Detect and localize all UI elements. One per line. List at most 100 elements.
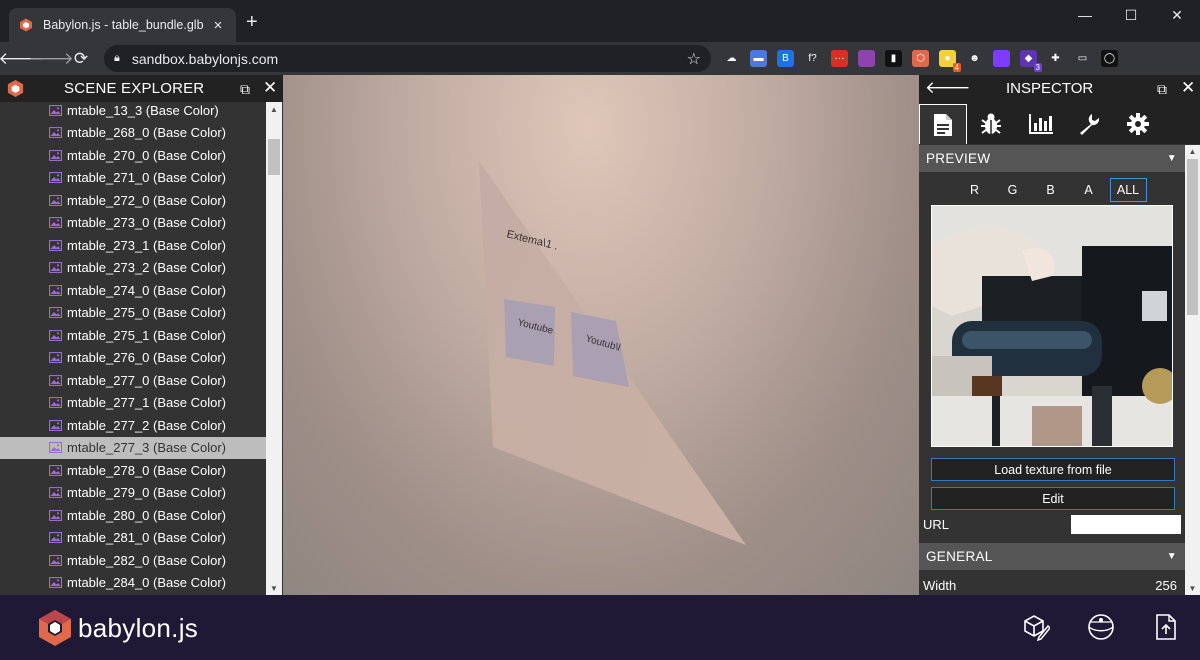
profile-icon[interactable]: ◯: [1101, 50, 1118, 67]
explorer-texture-item[interactable]: mtable_274_0 (Base Color): [0, 279, 266, 302]
upload-file-icon[interactable]: [1152, 613, 1180, 641]
explorer-texture-item[interactable]: mtable_275_0 (Base Color): [0, 302, 266, 325]
channel-a-button[interactable]: A: [1072, 178, 1106, 202]
maximize-icon[interactable]: ☐: [1108, 0, 1154, 30]
explorer-texture-item[interactable]: mtable_270_0 (Base Color): [0, 144, 266, 167]
panda-icon[interactable]: ☻: [966, 50, 983, 67]
general-section-header[interactable]: GENERAL ▼: [919, 543, 1185, 570]
babylon-ext-icon[interactable]: ⬡: [912, 50, 929, 67]
explorer-texture-item[interactable]: mtable_276_0 (Base Color): [0, 347, 266, 370]
load-texture-button[interactable]: Load texture from file: [931, 458, 1175, 481]
tab-properties[interactable]: [919, 104, 967, 144]
explorer-item-label: mtable_270_0 (Base Color): [67, 147, 226, 163]
scroll-down-icon[interactable]: ▼: [266, 581, 282, 595]
explorer-texture-item[interactable]: mtable_273_0 (Base Color): [0, 212, 266, 235]
extension-glyph: ✚: [1051, 53, 1060, 64]
close-explorer-icon[interactable]: ✕: [263, 78, 277, 98]
close-inspector-icon[interactable]: ✕: [1181, 78, 1195, 98]
tab-close-icon[interactable]: ×: [210, 17, 226, 34]
explorer-texture-item[interactable]: mtable_277_1 (Base Color): [0, 392, 266, 415]
window-close-icon[interactable]: ✕: [1154, 0, 1200, 30]
general-section-title: GENERAL: [926, 549, 993, 564]
channel-g-button[interactable]: G: [996, 178, 1030, 202]
environment-icon[interactable]: [1087, 613, 1115, 641]
channel-selector: R G B A ALL: [919, 174, 1185, 205]
extension-glyph: ▬: [753, 53, 764, 64]
address-bar[interactable]: 🔒︎ sandbox.babylonjs.com ☆: [104, 45, 711, 72]
tab-statistics[interactable]: [1017, 104, 1065, 144]
explorer-texture-item[interactable]: mtable_282_0 (Base Color): [0, 549, 266, 572]
document-icon: [934, 113, 952, 136]
inspector-panel: 🡐 INSPECTOR ⧉ ✕ PREVIEW ▼ R G B A ALL Lo…: [919, 75, 1200, 595]
new-tab-icon[interactable]: +: [246, 12, 258, 32]
puzzle-icon[interactable]: ✚: [1047, 50, 1064, 67]
explorer-texture-item[interactable]: mtable_277_3 (Base Color): [0, 436, 266, 459]
explorer-scrollbar[interactable]: ▲ ▼: [266, 102, 282, 595]
inspector-toggle-icon[interactable]: [1022, 613, 1050, 641]
reload-icon[interactable]: ⟳: [66, 44, 96, 74]
extension-glyph: ···: [834, 53, 845, 64]
scene-canvas[interactable]: Extema\1 . Youtube Youtub\l: [283, 75, 919, 595]
explorer-texture-item[interactable]: mtable_279_0 (Base Color): [0, 482, 266, 505]
preview-section-header[interactable]: PREVIEW ▼: [919, 145, 1185, 172]
tab-settings[interactable]: [1114, 104, 1162, 144]
browser-tab[interactable]: Babylon.js - table_bundle.glb ×: [9, 8, 236, 42]
bookmark-star-icon[interactable]: ☆: [687, 49, 701, 69]
scene-explorer-list: mtable_13_3 (Base Color) mtable_268_0 (Ba…: [0, 99, 266, 595]
explorer-texture-item[interactable]: mtable_280_0 (Base Color): [0, 504, 266, 527]
babylon-brand[interactable]: babylon.js: [38, 609, 198, 647]
channel-r-button[interactable]: R: [958, 178, 992, 202]
explorer-texture-item[interactable]: mtable_272_0 (Base Color): [0, 189, 266, 212]
forward-arrow-icon[interactable]: 🡒: [28, 44, 74, 74]
width-row: Width 256: [919, 573, 1185, 595]
gradient-icon[interactable]: [858, 50, 875, 67]
scene-explorer-panel: SCENE EXPLORER ⧉ ✕ mtable_13_3 (Base Col…: [0, 75, 283, 595]
explorer-texture-item[interactable]: mtable_13_3 (Base Color): [0, 99, 266, 122]
explorer-texture-item[interactable]: mtable_281_0 (Base Color): [0, 527, 266, 550]
scroll-up-icon[interactable]: ▲: [266, 102, 282, 116]
scroll-down-icon[interactable]: ▼: [1185, 582, 1200, 595]
explorer-texture-item[interactable]: mtable_271_0 (Base Color): [0, 167, 266, 190]
cast-icon[interactable]: ▭: [1074, 50, 1091, 67]
plane-thumbnail-right: [571, 312, 629, 387]
bulb-icon[interactable]: ● 4: [939, 50, 961, 72]
explorer-texture-item[interactable]: mtable_277_2 (Base Color): [0, 414, 266, 437]
inspector-scroll-thumb[interactable]: [1187, 159, 1198, 315]
minimize-icon[interactable]: —: [1062, 0, 1108, 30]
dots-icon[interactable]: ···: [831, 50, 848, 67]
inspector-scrollbar[interactable]: ▲ ▼: [1185, 145, 1200, 595]
explorer-texture-item[interactable]: mtable_277_0 (Base Color): [0, 369, 266, 392]
grid-icon[interactable]: B: [777, 50, 794, 67]
tab-debug[interactable]: [967, 104, 1015, 144]
function-icon[interactable]: f?: [804, 50, 821, 67]
explorer-item-label: mtable_272_0 (Base Color): [67, 192, 226, 208]
explorer-item-label: mtable_271_0 (Base Color): [67, 170, 226, 186]
channel-b-button[interactable]: B: [1034, 178, 1068, 202]
explorer-texture-item[interactable]: mtable_268_0 (Base Color): [0, 122, 266, 145]
chevron-down-icon[interactable]: ▼: [1167, 551, 1177, 562]
explorer-texture-item[interactable]: mtable_273_1 (Base Color): [0, 234, 266, 257]
scroll-up-icon[interactable]: ▲: [1185, 145, 1200, 158]
channel-all-button[interactable]: ALL: [1109, 177, 1147, 202]
chat-icon[interactable]: ▬: [750, 50, 767, 67]
popout-icon[interactable]: ⧉: [240, 81, 250, 98]
cloud-icon[interactable]: ☁: [723, 50, 740, 67]
edit-texture-button[interactable]: Edit: [931, 487, 1175, 510]
back-arrow-icon[interactable]: 🡐: [925, 78, 971, 98]
explorer-texture-item[interactable]: mtable_278_0 (Base Color): [0, 459, 266, 482]
explorer-texture-item[interactable]: mtable_275_1 (Base Color): [0, 324, 266, 347]
image-icon: [49, 127, 62, 139]
image-icon: [49, 104, 62, 116]
url-input[interactable]: [1071, 514, 1181, 534]
book-icon[interactable]: ▮: [885, 50, 902, 67]
square-icon[interactable]: [993, 50, 1010, 67]
chevron-down-icon[interactable]: ▼: [1167, 153, 1177, 164]
render-viewport[interactable]: Extema\1 . Youtube Youtub\l: [283, 75, 919, 595]
address-bar-url[interactable]: sandbox.babylonjs.com: [132, 51, 687, 67]
popout-icon[interactable]: ⧉: [1157, 81, 1167, 98]
explorer-texture-item[interactable]: mtable_284_0 (Base Color): [0, 572, 266, 595]
tag-icon[interactable]: ◆ 3: [1020, 50, 1042, 72]
tab-tools[interactable]: [1065, 104, 1113, 144]
explorer-texture-item[interactable]: mtable_273_2 (Base Color): [0, 257, 266, 280]
explorer-scroll-thumb[interactable]: [268, 139, 280, 175]
